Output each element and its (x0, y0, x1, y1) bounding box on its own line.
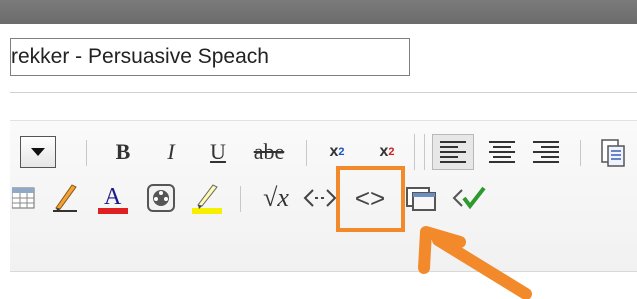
chevron-down-icon (31, 148, 45, 156)
format-dropdown-button[interactable] (20, 136, 56, 168)
paste-icon (601, 139, 625, 167)
media-icon (147, 184, 175, 212)
align-right-icon (533, 141, 559, 163)
spellcheck-icon (452, 186, 486, 210)
title-input[interactable] (10, 38, 410, 76)
subscript-button[interactable]: x2 (320, 136, 354, 168)
superscript-button[interactable]: x2 (370, 136, 404, 168)
math-icon: √x (263, 183, 289, 212)
pencil-icon (53, 184, 77, 212)
align-left-icon (440, 141, 466, 163)
align-center-button[interactable] (484, 134, 520, 170)
strikethrough-button[interactable]: abe (245, 136, 293, 168)
annotation-highlight-box (336, 166, 405, 232)
media-button[interactable] (142, 180, 180, 216)
align-center-icon (489, 141, 515, 163)
highlighter-button[interactable] (188, 180, 226, 216)
table-icon (12, 187, 35, 209)
bold-button[interactable]: B (110, 136, 136, 168)
anchor-button[interactable] (302, 180, 338, 216)
toolbar-separator (424, 134, 425, 170)
divider (10, 92, 637, 93)
toolbar-separator (580, 140, 581, 166)
svg-text:A: A (104, 184, 122, 210)
italic-button[interactable]: I (159, 136, 183, 168)
window-title-bar (0, 0, 637, 24)
underline-button[interactable]: U (205, 136, 231, 168)
math-button[interactable]: √x (252, 180, 300, 216)
window-icon (406, 187, 436, 211)
bold-label: B (115, 139, 131, 164)
annotation-arrow-icon (418, 226, 532, 299)
font-color-icon: A (98, 184, 128, 214)
superscript-base: x (379, 143, 389, 160)
strikethrough-label: abe (253, 139, 285, 164)
toolbar-separator (306, 140, 307, 166)
underline-label: U (210, 139, 226, 164)
spellcheck-button[interactable] (450, 180, 490, 216)
window-button[interactable] (402, 180, 440, 216)
align-left-button[interactable] (432, 134, 474, 170)
font-color-button[interactable]: A (94, 180, 132, 216)
table-button[interactable] (10, 184, 38, 212)
subscript-mark: 2 (338, 146, 345, 158)
align-right-button[interactable] (528, 134, 564, 170)
paste-button[interactable] (596, 136, 630, 170)
subscript-base: x (329, 143, 339, 160)
highlighter-icon (192, 184, 222, 214)
toolbar-separator (414, 134, 415, 170)
pencil-button[interactable] (46, 180, 82, 216)
toolbar-separator (86, 140, 87, 166)
superscript-mark: 2 (388, 146, 395, 158)
anchor-icon (303, 189, 337, 207)
italic-label: I (167, 139, 175, 164)
toolbar-separator (240, 186, 241, 212)
